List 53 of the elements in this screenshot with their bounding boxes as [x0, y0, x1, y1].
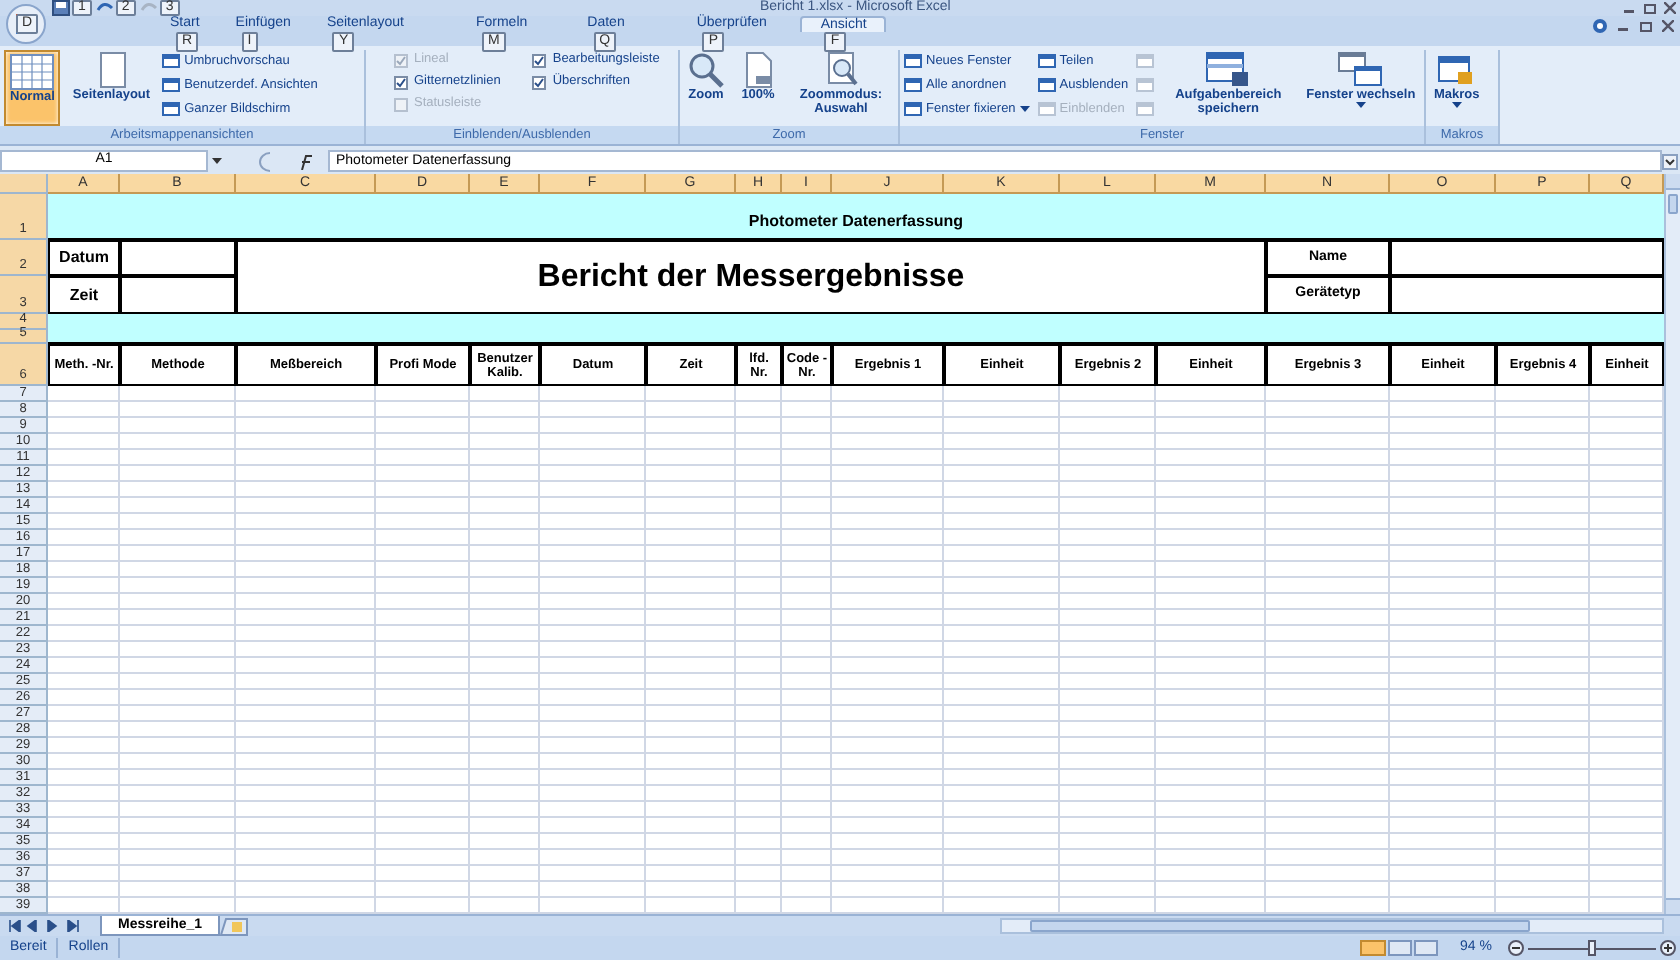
window-icon	[1037, 78, 1056, 92]
page-icon	[740, 52, 776, 88]
window-icon	[162, 54, 181, 68]
window-icon	[162, 78, 181, 92]
cancel-icon	[258, 151, 270, 171]
quick-access-button[interactable]	[52, 0, 70, 16]
select-all-corner[interactable]	[0, 174, 48, 194]
save-icon	[1206, 52, 1251, 88]
horizontal-scrollbar[interactable]	[1000, 918, 1664, 934]
view-buttons-icon	[1360, 940, 1441, 956]
close-icon	[1664, 2, 1676, 14]
sheet-title: Photometer Datenerfassung	[48, 194, 1664, 240]
check-icon	[534, 77, 545, 87]
window-icon	[1136, 102, 1155, 116]
window-icon	[162, 102, 181, 116]
checkbox-box[interactable]	[532, 75, 547, 89]
caret-icon	[1355, 102, 1366, 108]
restore-icon	[1640, 20, 1652, 32]
magnifier-icon	[823, 52, 859, 88]
vertical-scrollbar[interactable]	[1664, 174, 1680, 914]
window-icon	[904, 54, 922, 68]
window-icon	[1136, 54, 1155, 68]
check-icon	[396, 55, 406, 65]
window-icon	[904, 102, 922, 116]
caret-icon	[1019, 106, 1030, 112]
grid-icon	[10, 54, 55, 90]
expand-icon	[1662, 153, 1678, 169]
caret-icon	[212, 158, 222, 164]
window-icon	[904, 78, 922, 92]
zoom-in-icon	[1660, 940, 1676, 956]
zoom-slider[interactable]	[1528, 940, 1656, 956]
quick-access-button[interactable]	[95, 0, 114, 16]
help-icon	[1592, 18, 1608, 34]
check-icon	[534, 55, 545, 65]
windows-icon	[1338, 52, 1383, 88]
window-icon	[1037, 102, 1056, 116]
check-icon	[396, 77, 406, 87]
label-cell: Datum	[48, 240, 120, 276]
zoom-out-icon	[1508, 940, 1524, 956]
function-icon	[298, 153, 316, 169]
checkbox-box[interactable]	[532, 53, 547, 67]
maximize-icon	[1644, 2, 1656, 14]
close-icon	[1662, 20, 1674, 32]
caret-icon	[1451, 102, 1462, 108]
new-sheet-icon	[220, 917, 249, 935]
slider-thumb[interactable]	[1588, 940, 1596, 956]
label-cell: Zeit	[48, 276, 120, 314]
report-heading: Bericht der Messergebnisse	[236, 240, 1266, 314]
macro-icon	[1438, 52, 1475, 88]
checkbox-box[interactable]	[394, 75, 408, 89]
window-icon	[1037, 54, 1056, 68]
magnifier-icon	[688, 52, 724, 88]
window-icon	[1136, 78, 1155, 92]
